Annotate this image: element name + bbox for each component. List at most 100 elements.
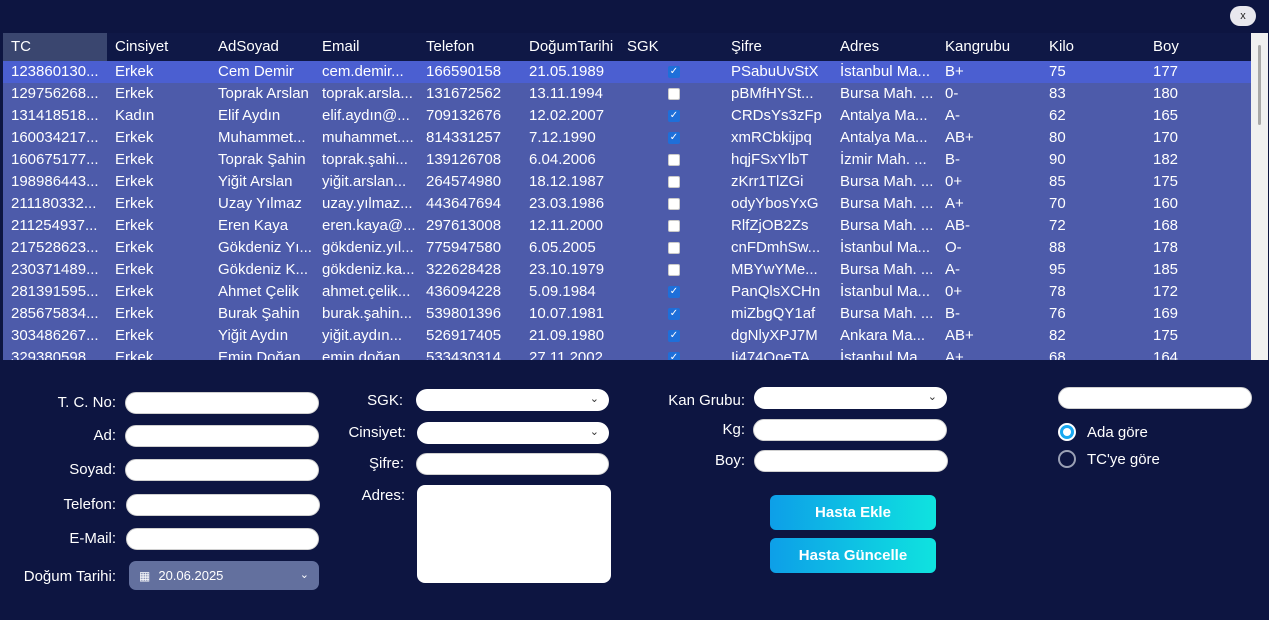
table-cell[interactable]: 83: [1041, 83, 1145, 105]
sgk-checkbox-cell[interactable]: [625, 83, 723, 105]
table-cell[interactable]: 172: [1145, 281, 1249, 303]
sgk-checkbox-cell[interactable]: [625, 281, 723, 303]
table-cell[interactable]: 72: [1041, 215, 1145, 237]
table-cell[interactable]: Ankara Ma...: [832, 325, 937, 347]
table-cell[interactable]: 709132676: [418, 105, 521, 127]
table-cell[interactable]: Gökdeniz Yı...: [210, 237, 314, 259]
column-header[interactable]: Kilo: [1041, 33, 1145, 61]
table-cell[interactable]: Kadın: [107, 105, 210, 127]
table-cell[interactable]: Toprak Şahin: [210, 149, 314, 171]
table-cell[interactable]: 814331257: [418, 127, 521, 149]
table-cell[interactable]: Ahmet Çelik: [210, 281, 314, 303]
adres-textarea[interactable]: [417, 485, 611, 583]
table-cell[interactable]: muhammet....: [314, 127, 418, 149]
column-header[interactable]: Adres: [832, 33, 937, 61]
table-cell[interactable]: Erkek: [107, 193, 210, 215]
table-cell[interactable]: Gökdeniz K...: [210, 259, 314, 281]
table-cell[interactable]: xmRCbkijpq: [723, 127, 832, 149]
sgk-checkbox-cell[interactable]: [625, 149, 723, 171]
sgk-checkbox-cell[interactable]: [625, 237, 723, 259]
sgk-select[interactable]: ⌄: [416, 389, 609, 411]
table-cell[interactable]: uzay.yılmaz...: [314, 193, 418, 215]
checked-checkbox-icon[interactable]: [668, 330, 680, 342]
table-cell[interactable]: 211254937...: [3, 215, 107, 237]
table-cell[interactable]: A+: [937, 193, 1041, 215]
table-cell[interactable]: zKrr1TlZGi: [723, 171, 832, 193]
table-cell[interactable]: Eren Kaya: [210, 215, 314, 237]
table-row[interactable]: 211180332... Erkek Uzay Yılmaz uzay.yılmaz.…: [3, 193, 1251, 215]
table-cell[interactable]: 533430314: [418, 347, 521, 360]
unchecked-checkbox-icon[interactable]: [668, 242, 680, 254]
kg-input[interactable]: [753, 419, 947, 441]
kan-select[interactable]: ⌄: [754, 387, 947, 409]
table-row[interactable]: 211254937... Erkek Eren Kaya eren.kaya@... 2…: [3, 215, 1251, 237]
table-cell[interactable]: burak.şahin...: [314, 303, 418, 325]
table-cell[interactable]: Bursa Mah. ...: [832, 171, 937, 193]
unchecked-checkbox-icon[interactable]: [668, 220, 680, 232]
birth-date-picker[interactable]: ▦ 20.06.2025 ⌄: [129, 561, 319, 590]
table-cell[interactable]: Burak Şahin: [210, 303, 314, 325]
soyad-input[interactable]: [125, 459, 319, 481]
table-cell[interactable]: A-: [937, 259, 1041, 281]
table-cell[interactable]: Erkek: [107, 83, 210, 105]
table-cell[interactable]: Yiğit Arslan: [210, 171, 314, 193]
table-cell[interactable]: 775947580: [418, 237, 521, 259]
table-cell[interactable]: 170: [1145, 127, 1249, 149]
table-cell[interactable]: 6.04.2006: [521, 149, 625, 171]
sifre-input[interactable]: [416, 453, 609, 475]
checked-checkbox-icon[interactable]: [668, 286, 680, 298]
table-cell[interactable]: Ij474QoeTA: [723, 347, 832, 360]
table-cell[interactable]: yiğit.arslan...: [314, 171, 418, 193]
table-cell[interactable]: 10.07.1981: [521, 303, 625, 325]
table-cell[interactable]: gökdeniz.yıl...: [314, 237, 418, 259]
table-cell[interactable]: 0+: [937, 281, 1041, 303]
table-cell[interactable]: 95: [1041, 259, 1145, 281]
sgk-checkbox-cell[interactable]: [625, 105, 723, 127]
table-cell[interactable]: cem.demir...: [314, 61, 418, 83]
table-cell[interactable]: Yiğit Aydın: [210, 325, 314, 347]
table-cell[interactable]: İstanbul Ma...: [832, 281, 937, 303]
table-cell[interactable]: 198986443...: [3, 171, 107, 193]
table-row[interactable]: 198986443... Erkek Yiğit Arslan yiğit.arsla…: [3, 171, 1251, 193]
ad-input[interactable]: [125, 425, 319, 447]
table-cell[interactable]: Antalya Ma...: [832, 127, 937, 149]
table-cell[interactable]: Antalya Ma...: [832, 105, 937, 127]
table-cell[interactable]: Bursa Mah. ...: [832, 303, 937, 325]
table-cell[interactable]: elif.aydın@...: [314, 105, 418, 127]
table-cell[interactable]: 0+: [937, 171, 1041, 193]
table-cell[interactable]: 129756268...: [3, 83, 107, 105]
table-cell[interactable]: 297613008: [418, 215, 521, 237]
table-cell[interactable]: Erkek: [107, 171, 210, 193]
table-row[interactable]: 129756268... Erkek Toprak Arslan toprak.ars…: [3, 83, 1251, 105]
table-cell[interactable]: Erkek: [107, 237, 210, 259]
unchecked-checkbox-icon[interactable]: [668, 154, 680, 166]
table-cell[interactable]: ahmet.çelik...: [314, 281, 418, 303]
radio-selected-icon[interactable]: [1058, 423, 1076, 441]
checked-checkbox-icon[interactable]: [668, 132, 680, 144]
table-cell[interactable]: 78: [1041, 281, 1145, 303]
table-cell[interactable]: 85: [1041, 171, 1145, 193]
close-button[interactable]: x: [1230, 6, 1256, 26]
table-cell[interactable]: RlfZjOB2Zs: [723, 215, 832, 237]
table-cell[interactable]: 12.11.2000: [521, 215, 625, 237]
table-cell[interactable]: A+: [937, 347, 1041, 360]
vertical-scrollbar[interactable]: [1251, 33, 1268, 360]
table-cell[interactable]: 62: [1041, 105, 1145, 127]
table-cell[interactable]: 182: [1145, 149, 1249, 171]
column-header[interactable]: Cinsiyet: [107, 33, 210, 61]
sgk-checkbox-cell[interactable]: [625, 259, 723, 281]
table-row[interactable]: 160675177... Erkek Toprak Şahin toprak.şahi…: [3, 149, 1251, 171]
table-cell[interactable]: 21.05.1989: [521, 61, 625, 83]
table-cell[interactable]: 131418518...: [3, 105, 107, 127]
table-cell[interactable]: 0-: [937, 83, 1041, 105]
table-row[interactable]: 285675834... Erkek Burak Şahin burak.şahin.…: [3, 303, 1251, 325]
sgk-checkbox-cell[interactable]: [625, 215, 723, 237]
table-cell[interactable]: 27.11.2002: [521, 347, 625, 360]
table-cell[interactable]: İstanbul Ma...: [832, 347, 937, 360]
sgk-checkbox-cell[interactable]: [625, 325, 723, 347]
table-cell[interactable]: 264574980: [418, 171, 521, 193]
table-cell[interactable]: cnFDmhSw...: [723, 237, 832, 259]
sgk-checkbox-cell[interactable]: [625, 193, 723, 215]
table-cell[interactable]: Elif Aydın: [210, 105, 314, 127]
table-cell[interactable]: odyYbosYxG: [723, 193, 832, 215]
